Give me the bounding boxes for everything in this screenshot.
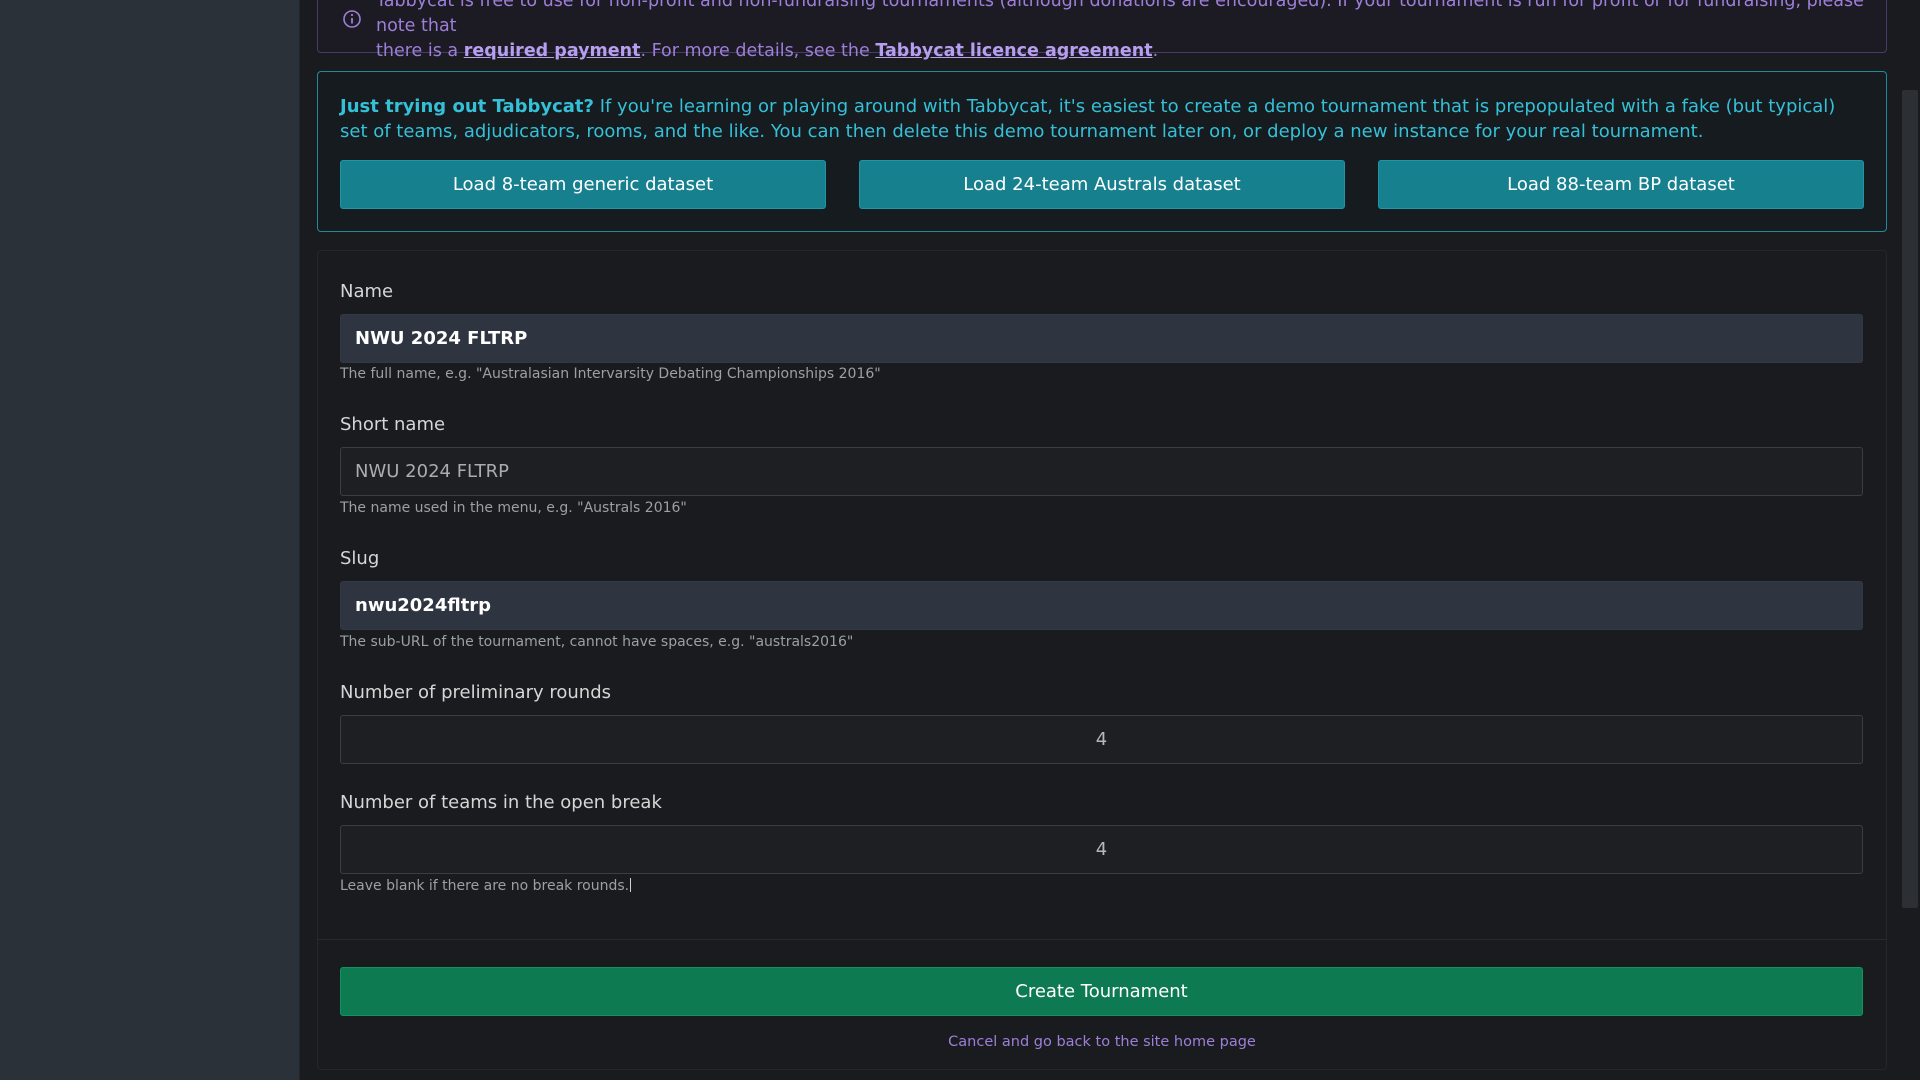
licence-agreement-link[interactable]: Tabbycat licence agreement bbox=[875, 41, 1152, 61]
required-payment-link[interactable]: required payment bbox=[464, 41, 641, 61]
licence-line-2: there is a required payment. For more de… bbox=[376, 39, 1876, 64]
open-break-input[interactable]: 4 bbox=[340, 825, 1863, 874]
short-name-label: Short name bbox=[340, 414, 446, 435]
licence-line-2-suffix: . bbox=[1152, 41, 1159, 61]
scrollbar[interactable] bbox=[1900, 0, 1920, 1080]
demo-dataset-box: Just trying out Tabbycat? If you're lear… bbox=[317, 71, 1887, 232]
create-tournament-form: Name NWU 2024 FLTRP The full name, e.g. … bbox=[317, 250, 1887, 1070]
short-name-input[interactable]: NWU 2024 FLTRP bbox=[340, 447, 1863, 496]
prelim-rounds-input[interactable]: 4 bbox=[340, 715, 1863, 764]
demo-heading: Just trying out Tabbycat? bbox=[340, 96, 594, 117]
name-input[interactable]: NWU 2024 FLTRP bbox=[340, 314, 1863, 363]
open-break-label: Number of teams in the open break bbox=[340, 792, 662, 813]
demo-description: Just trying out Tabbycat? If you're lear… bbox=[340, 94, 1860, 144]
info-icon bbox=[342, 9, 362, 29]
licence-line-2-middle: . For more details, see the bbox=[640, 41, 876, 61]
create-tournament-button[interactable]: Create Tournament bbox=[340, 967, 1863, 1016]
main-content: Tabbycat is free to use for non-profit a… bbox=[300, 0, 1900, 1080]
slug-help: The sub-URL of the tournament, cannot ha… bbox=[340, 634, 854, 650]
open-break-help: Leave blank if there are no break rounds… bbox=[340, 878, 632, 894]
load-24-team-australs-dataset-button[interactable]: Load 24-team Australs dataset bbox=[859, 160, 1345, 209]
load-88-team-bp-dataset-button[interactable]: Load 88-team BP dataset bbox=[1378, 160, 1864, 209]
licence-line-2-prefix: there is a bbox=[376, 41, 464, 61]
short-name-help: The name used in the menu, e.g. "Austral… bbox=[340, 500, 687, 516]
licence-text: Tabbycat is free to use for non-profit a… bbox=[376, 0, 1876, 64]
name-label: Name bbox=[340, 281, 394, 302]
slug-label: Slug bbox=[340, 548, 380, 569]
cancel-link[interactable]: Cancel and go back to the site home page bbox=[318, 1034, 1886, 1050]
text-cursor bbox=[630, 878, 632, 892]
slug-input[interactable]: nwu2024fltrp bbox=[340, 581, 1863, 630]
open-break-help-text: Leave blank if there are no break rounds… bbox=[340, 878, 630, 894]
licence-line-1: Tabbycat is free to use for non-profit a… bbox=[376, 0, 1864, 36]
form-divider bbox=[318, 939, 1886, 940]
sidebar bbox=[0, 0, 300, 1080]
prelim-rounds-label: Number of preliminary rounds bbox=[340, 682, 611, 703]
load-8-team-dataset-button[interactable]: Load 8-team generic dataset bbox=[340, 160, 826, 209]
scrollbar-thumb[interactable] bbox=[1902, 90, 1918, 908]
licence-alert: Tabbycat is free to use for non-profit a… bbox=[317, 0, 1887, 61]
name-help: The full name, e.g. "Australasian Interv… bbox=[340, 366, 881, 382]
